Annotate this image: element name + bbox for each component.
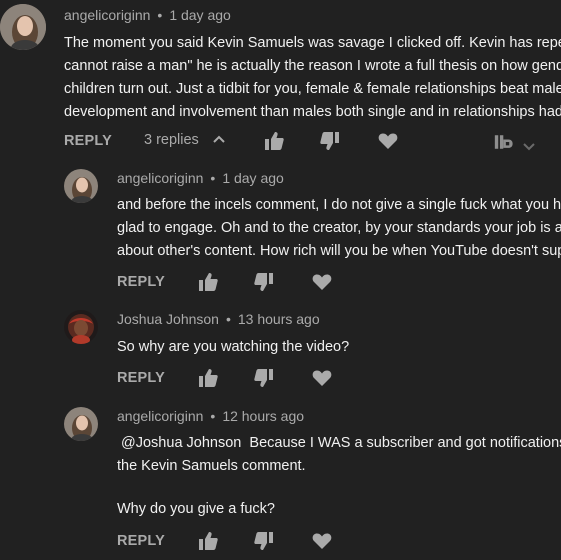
reply-button[interactable]: REPLY <box>64 133 112 149</box>
timestamp[interactable]: 13 hours ago <box>238 311 320 327</box>
avatar[interactable] <box>64 310 98 344</box>
comment-meta: Joshua Johnson • 13 hours ago <box>117 311 320 327</box>
thumbs-down-icon[interactable] <box>253 271 275 293</box>
thumbs-up-icon[interactable] <box>197 271 219 293</box>
comment-text-line: Why do you give a fuck? <box>117 501 275 517</box>
separator-dot: • <box>210 170 216 186</box>
thumbs-up-icon[interactable] <box>197 530 219 552</box>
comment-text-line: The moment you said Kevin Samuels was sa… <box>64 35 561 51</box>
thumbs-down-icon[interactable] <box>253 530 275 552</box>
comments-section: angelicoriginn • 1 day ago The moment you … <box>0 0 561 560</box>
comment-text-line: @Joshua Johnson Because I WAS a subscrib… <box>117 435 561 451</box>
heart-icon[interactable] <box>311 367 333 389</box>
thumbs-down-icon[interactable] <box>319 130 341 152</box>
separator-dot: • <box>225 311 231 327</box>
comment-actions: REPLY <box>117 366 165 390</box>
comment-text-line: the Kevin Samuels comment. <box>117 458 306 474</box>
heart-icon[interactable] <box>311 271 333 293</box>
chevron-up-icon <box>213 132 225 148</box>
thumbs-up-icon[interactable] <box>263 130 285 152</box>
comment-text-line: children turn out. Just a tidbit for you… <box>64 81 561 97</box>
comment-text-line: glad to engage. Oh and to the creator, b… <box>117 220 561 236</box>
reply-button[interactable]: REPLY <box>117 533 165 549</box>
avatar[interactable] <box>64 407 98 441</box>
chevron-down-icon[interactable] <box>523 138 535 156</box>
tubebuddy-icon[interactable] <box>494 131 520 153</box>
reply-button[interactable]: REPLY <box>117 370 165 386</box>
timestamp[interactable]: 1 day ago <box>169 7 231 23</box>
comment-text-line: development and involvement than males b… <box>64 104 561 120</box>
separator-dot: • <box>157 7 163 23</box>
comment-actions: REPLY <box>64 129 112 153</box>
comment-actions: REPLY <box>117 270 165 294</box>
comment-actions: REPLY <box>117 529 165 553</box>
comment-meta: angelicoriginn • 1 day ago <box>64 7 231 23</box>
separator-dot: • <box>210 408 216 424</box>
avatar[interactable] <box>0 4 46 50</box>
author-name[interactable]: angelicoriginn <box>117 408 203 424</box>
heart-icon[interactable] <box>311 530 333 552</box>
timestamp[interactable]: 12 hours ago <box>222 408 304 424</box>
comment-text-line: cannot raise a man" he is actually the r… <box>64 58 561 74</box>
replies-toggle[interactable]: 3 replies <box>144 132 225 148</box>
heart-icon[interactable] <box>377 130 399 152</box>
avatar[interactable] <box>64 169 98 203</box>
author-name[interactable]: Joshua Johnson <box>117 311 219 327</box>
thumbs-up-icon[interactable] <box>197 367 219 389</box>
comment-text-line: So why are you watching the video? <box>117 339 350 355</box>
reply-button[interactable]: REPLY <box>117 274 165 290</box>
timestamp[interactable]: 1 day ago <box>222 170 284 186</box>
thumbs-down-icon[interactable] <box>253 367 275 389</box>
author-name[interactable]: angelicoriginn <box>117 170 203 186</box>
comment-meta: angelicoriginn • 12 hours ago <box>117 408 304 424</box>
author-name[interactable]: angelicoriginn <box>64 7 150 23</box>
replies-count: 3 replies <box>144 132 199 148</box>
comment-text-line: about other's content. How rich will you… <box>117 243 561 259</box>
comment-text-line: and before the incels comment, I do not … <box>117 197 561 213</box>
comment-meta: angelicoriginn • 1 day ago <box>117 170 284 186</box>
